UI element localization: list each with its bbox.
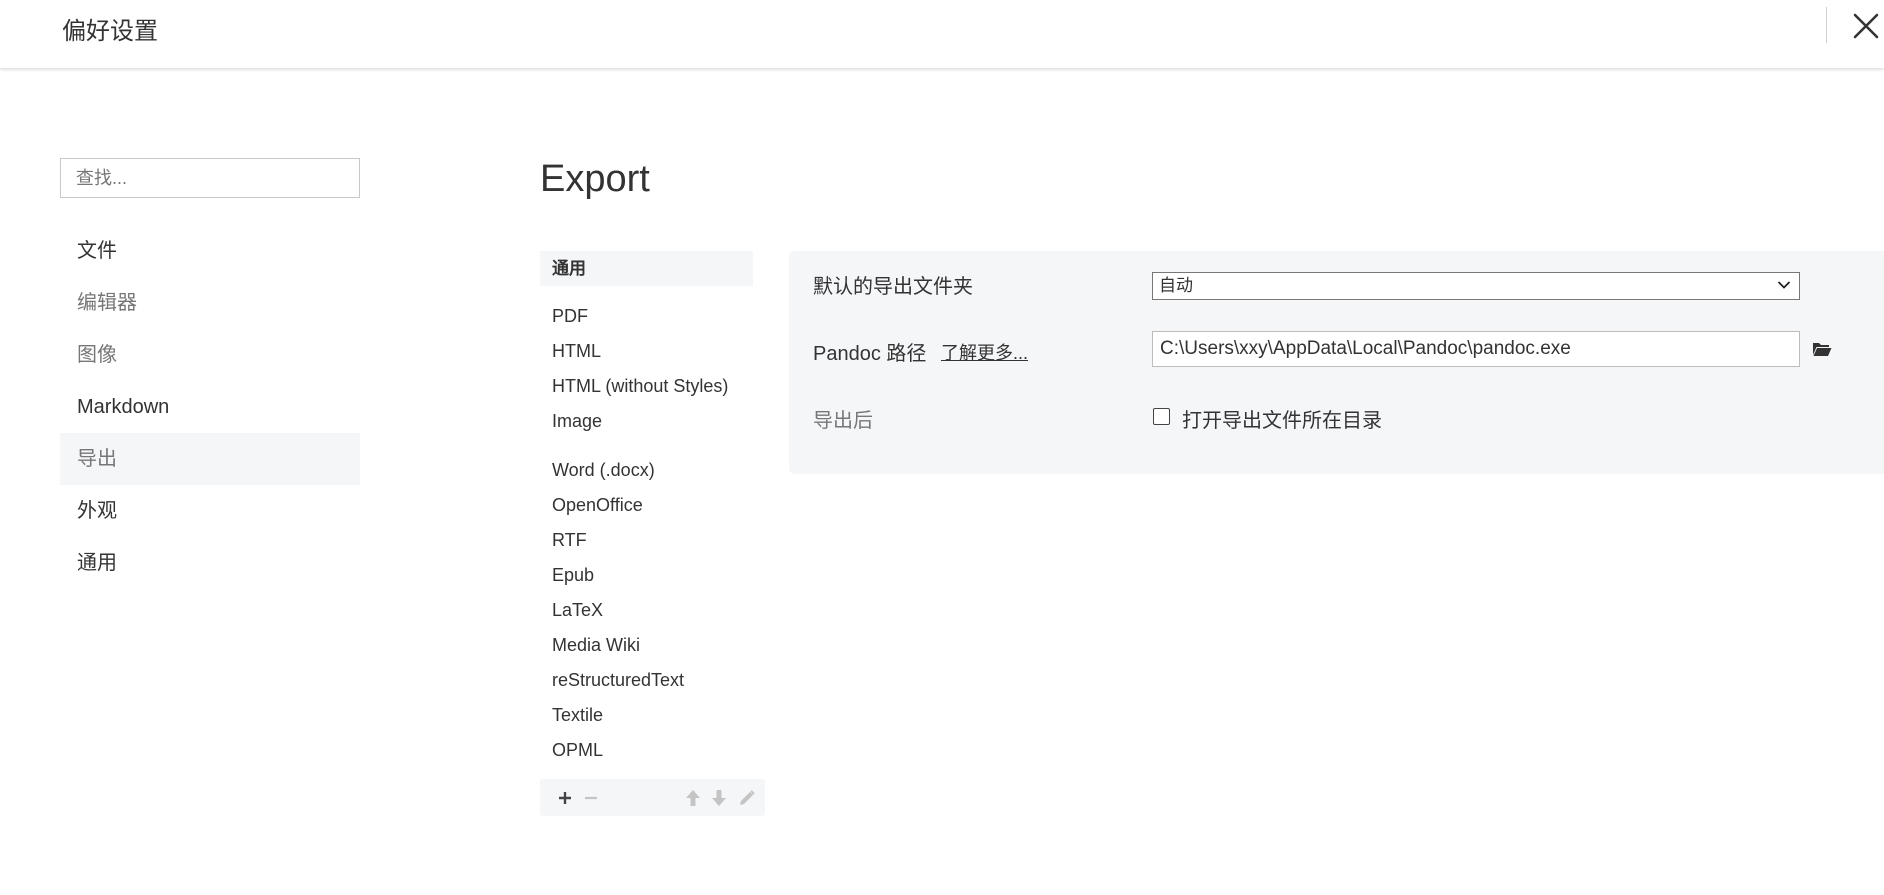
- format-item-word[interactable]: Word (.docx): [540, 453, 753, 488]
- sidebar-item-appearance[interactable]: 外观: [60, 485, 360, 537]
- default-folder-label: 默认的导出文件夹: [813, 276, 973, 298]
- format-item-pdf[interactable]: PDF: [540, 299, 753, 334]
- format-item-textile[interactable]: Textile: [540, 698, 753, 733]
- format-item-html[interactable]: HTML: [540, 334, 753, 369]
- minus-icon: [585, 796, 597, 799]
- sidebar-nav: 文件 编辑器 图像 Markdown 导出 外观 通用: [60, 225, 360, 589]
- sidebar-item-image[interactable]: 图像: [60, 329, 360, 381]
- sidebar-item-export[interactable]: 导出: [60, 433, 360, 485]
- sidebar-item-editor[interactable]: 编辑器: [60, 277, 360, 329]
- default-folder-value: 自动: [1159, 276, 1193, 295]
- move-up-button[interactable]: [680, 779, 706, 816]
- arrow-up-icon: [686, 789, 700, 806]
- chevron-down-icon: [1777, 281, 1791, 289]
- pencil-icon: [740, 789, 755, 805]
- format-item-latex[interactable]: LaTeX: [540, 593, 753, 628]
- add-format-button[interactable]: [552, 779, 578, 816]
- pandoc-path-label: Pandoc 路径: [813, 343, 927, 365]
- close-button[interactable]: [1848, 6, 1884, 42]
- browse-folder-button[interactable]: [1809, 336, 1835, 362]
- open-folder-checkbox[interactable]: [1153, 408, 1170, 425]
- format-item-image[interactable]: Image: [540, 404, 753, 439]
- after-export-label: 导出后: [813, 410, 873, 432]
- format-item-general[interactable]: 通用: [540, 251, 753, 286]
- sidebar-item-general[interactable]: 通用: [60, 537, 360, 589]
- format-item-opml[interactable]: OPML: [540, 733, 753, 768]
- plus-icon: [559, 791, 571, 804]
- sidebar-item-file[interactable]: 文件: [60, 225, 360, 277]
- format-item-html-no-styles[interactable]: HTML (without Styles): [540, 369, 753, 404]
- move-down-button[interactable]: [706, 779, 732, 816]
- format-item-restructuredtext[interactable]: reStructuredText: [540, 663, 753, 698]
- export-general-settings: 默认的导出文件夹 自动 Pandoc 路径 了解更多... 导出后 打开导出文件…: [789, 251, 1884, 474]
- default-folder-select[interactable]: 自动: [1152, 272, 1800, 300]
- format-list-toolbar: [540, 779, 765, 816]
- title-bar: 偏好设置: [0, 0, 1884, 69]
- open-folder-label[interactable]: 打开导出文件所在目录: [1182, 404, 1382, 433]
- learn-more-link[interactable]: 了解更多...: [941, 339, 1028, 365]
- arrow-down-icon: [712, 789, 726, 806]
- close-icon: [1853, 13, 1879, 39]
- remove-format-button[interactable]: [578, 779, 604, 816]
- search-input[interactable]: [60, 158, 360, 198]
- format-item-rtf[interactable]: RTF: [540, 523, 753, 558]
- folder-icon: [1813, 343, 1832, 356]
- format-item-mediawiki[interactable]: Media Wiki: [540, 628, 753, 663]
- sidebar-item-markdown[interactable]: Markdown: [60, 381, 360, 433]
- pandoc-path-input[interactable]: [1152, 331, 1800, 367]
- format-item-epub[interactable]: Epub: [540, 558, 753, 593]
- page-title: Export: [540, 158, 650, 200]
- format-item-openoffice[interactable]: OpenOffice: [540, 488, 753, 523]
- edit-format-button[interactable]: [734, 779, 760, 816]
- window-title: 偏好设置: [62, 18, 158, 45]
- header-divider: [1826, 7, 1827, 43]
- export-format-list: 通用 PDF HTML HTML (without Styles) Image …: [540, 251, 753, 768]
